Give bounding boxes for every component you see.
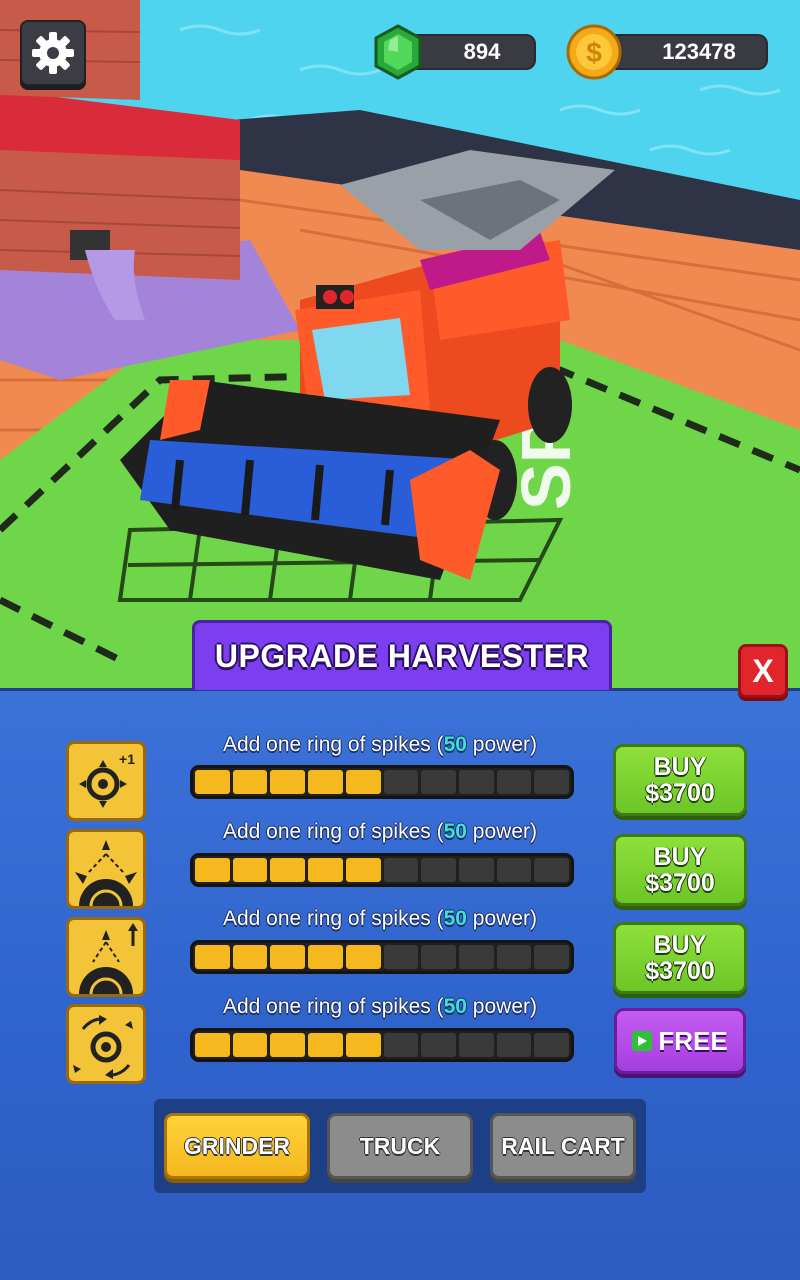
progress-segment	[345, 770, 381, 794]
progress-segment	[458, 858, 494, 882]
power-value: 50	[443, 907, 467, 930]
progress-segment	[195, 945, 230, 969]
close-icon: X	[752, 652, 774, 689]
progress-segment	[232, 858, 268, 882]
label-text: Add one ring of spikes (	[222, 820, 444, 843]
svg-text:$: $	[586, 37, 602, 68]
free-upgrade-button[interactable]: FREE	[614, 1008, 746, 1074]
label-text: power)	[466, 820, 537, 843]
progress-segment	[534, 770, 570, 794]
scene-illustration: SP	[0, 0, 800, 690]
progress-segment	[421, 1033, 456, 1057]
upgrade-icon-ring-plus-one: +1	[66, 741, 146, 821]
progress-segment	[458, 770, 494, 794]
label-text: power)	[466, 995, 537, 1018]
power-value: 50	[443, 995, 467, 1018]
coin-icon: $	[566, 24, 622, 80]
progress-segment	[496, 1033, 532, 1057]
upgrade-icon-spike-spread	[66, 829, 146, 909]
progress-segment	[421, 858, 456, 882]
power-value: 50	[443, 820, 467, 843]
buy-price: $3700	[645, 869, 715, 897]
upgrade-label-1: Add one ring of spikes (50 power)	[170, 733, 590, 757]
progress-segment	[195, 858, 230, 882]
progress-segment	[195, 1033, 230, 1057]
upgrade-progress-4	[190, 1028, 574, 1062]
upgrade-progress-1	[190, 765, 574, 799]
buy-label: BUY	[653, 931, 707, 959]
ring-plus-one-icon: +1	[79, 751, 135, 808]
tab-grinder[interactable]: GRINDER	[164, 1113, 310, 1179]
buy-label: BUY	[653, 753, 707, 781]
upgrade-label-3: Add one ring of spikes (50 power)	[170, 907, 590, 931]
progress-segment	[383, 858, 419, 882]
gem-icon	[374, 24, 422, 80]
progress-segment	[232, 945, 268, 969]
progress-segment	[345, 1033, 381, 1057]
progress-segment	[270, 858, 306, 882]
coin-count: 123478	[662, 39, 736, 64]
rotation-speed-icon	[73, 1015, 133, 1079]
gem-count: 894	[463, 39, 501, 64]
progress-segment	[496, 945, 532, 969]
buy-label: BUY	[653, 843, 707, 871]
free-label: FREE	[658, 1025, 728, 1056]
buy-price: $3700	[645, 957, 715, 985]
label-text: power)	[466, 733, 537, 756]
progress-segment	[421, 770, 456, 794]
progress-segment	[496, 858, 532, 882]
svg-text:+1: +1	[119, 751, 135, 767]
upgrade-progress-3	[190, 940, 574, 974]
upgrade-label-2: Add one ring of spikes (50 power)	[170, 820, 590, 844]
tab-rail-cart[interactable]: RAIL CART	[490, 1113, 636, 1179]
progress-segment	[308, 1033, 343, 1057]
buy-button-1[interactable]: BUY $3700	[613, 744, 747, 816]
progress-segment	[308, 858, 343, 882]
upgrade-label-4: Add one ring of spikes (50 power)	[170, 995, 590, 1019]
upgrade-icon-spike-height	[66, 917, 146, 997]
progress-segment	[458, 1033, 494, 1057]
gear-icon	[32, 32, 74, 74]
progress-segment	[421, 945, 456, 969]
panel-title-tab: UPGRADE HARVESTER	[192, 620, 612, 690]
label-text: Add one ring of spikes (	[222, 995, 444, 1018]
progress-segment	[232, 1033, 268, 1057]
progress-segment	[345, 945, 381, 969]
progress-segment	[383, 945, 419, 969]
progress-segment	[232, 770, 268, 794]
progress-segment	[496, 770, 532, 794]
progress-segment	[458, 945, 494, 969]
progress-segment	[270, 945, 306, 969]
buy-button-2[interactable]: BUY $3700	[613, 834, 747, 906]
settings-button[interactable]	[20, 20, 86, 86]
spike-height-icon	[79, 923, 138, 995]
progress-segment	[270, 1033, 306, 1057]
upgrade-icon-rotation-speed	[66, 1004, 146, 1084]
progress-segment	[308, 945, 343, 969]
spike-spread-icon	[75, 840, 137, 907]
panel-title: UPGRADE HARVESTER	[214, 638, 590, 674]
game-scene: SP	[0, 0, 800, 690]
progress-segment	[345, 858, 381, 882]
tab-truck[interactable]: TRUCK	[327, 1113, 473, 1179]
progress-segment	[534, 1033, 570, 1057]
label-text: Add one ring of spikes (	[222, 733, 444, 756]
power-value: 50	[443, 733, 467, 756]
progress-segment	[195, 770, 230, 794]
label-text: power)	[466, 907, 537, 930]
buy-price: $3700	[645, 779, 715, 807]
buy-button-3[interactable]: BUY $3700	[613, 922, 747, 994]
coin-counter: 123478	[600, 34, 768, 70]
close-button[interactable]: X	[738, 644, 788, 698]
label-text: Add one ring of spikes (	[222, 907, 444, 930]
progress-segment	[383, 1033, 419, 1057]
progress-segment	[534, 858, 570, 882]
progress-segment	[308, 770, 343, 794]
progress-segment	[534, 945, 570, 969]
progress-segment	[383, 770, 419, 794]
progress-segment	[270, 770, 306, 794]
video-play-icon	[632, 1031, 653, 1051]
upgrade-progress-2	[190, 853, 574, 887]
